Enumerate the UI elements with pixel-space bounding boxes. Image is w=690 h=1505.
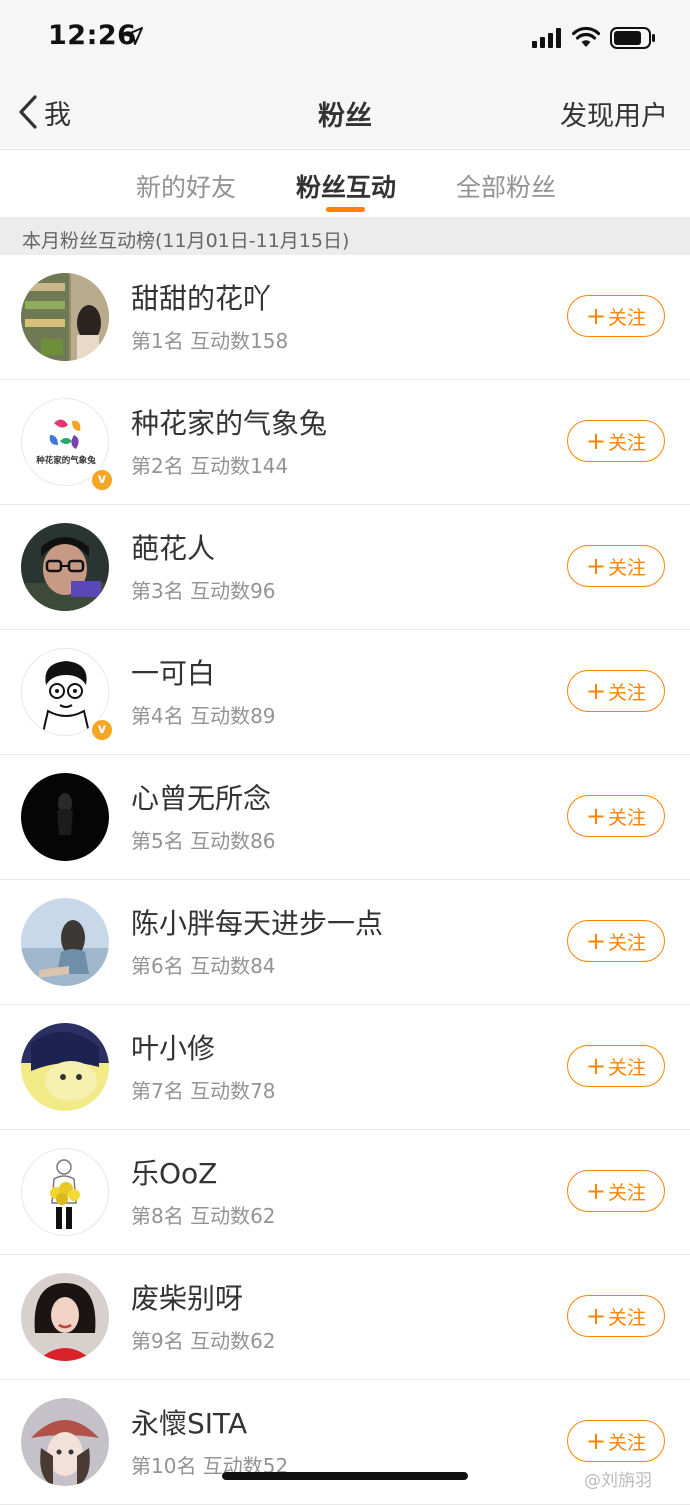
fan-name[interactable]: 葩花人 bbox=[131, 527, 215, 567]
tab-all-fans[interactable]: 全部粉丝 bbox=[456, 168, 556, 204]
avatar[interactable] bbox=[21, 898, 109, 986]
chevron-left-icon bbox=[19, 95, 37, 129]
status-bar: 12:26 bbox=[0, 0, 690, 76]
follow-label: 关注 bbox=[608, 1306, 647, 1329]
plus-icon: + bbox=[585, 1427, 607, 1455]
battery-icon bbox=[610, 27, 655, 49]
list-item[interactable]: 叶小修 第7名 互动数78 + 关注 bbox=[0, 1005, 690, 1130]
follow-button[interactable]: + 关注 bbox=[567, 670, 665, 712]
follow-button[interactable]: + 关注 bbox=[567, 1295, 665, 1337]
plus-icon: + bbox=[585, 302, 607, 330]
ranking-period-label: 本月粉丝互动榜(11月01日-11月15日) bbox=[22, 230, 350, 252]
plus-icon: + bbox=[585, 927, 607, 955]
list-item[interactable]: 葩花人 第3名 互动数96 + 关注 bbox=[0, 505, 690, 630]
avatar[interactable] bbox=[21, 523, 109, 611]
fan-rank: 第7名 互动数78 bbox=[131, 1079, 276, 1103]
list-item[interactable]: 心曾无所念 第5名 互动数86 + 关注 bbox=[0, 755, 690, 880]
active-tab-indicator bbox=[326, 207, 365, 212]
fan-name[interactable]: 废柴别呀 bbox=[131, 1277, 243, 1317]
fan-name[interactable]: 乐OoZ bbox=[131, 1152, 217, 1192]
follow-label: 关注 bbox=[608, 931, 647, 954]
follow-label: 关注 bbox=[608, 681, 647, 704]
follow-button[interactable]: + 关注 bbox=[567, 420, 665, 462]
top-bar: 12:26 我 粉丝 发现用户 bbox=[0, 0, 690, 148]
fan-name[interactable]: 心曾无所念 bbox=[131, 777, 271, 817]
watermark: @刘旃羽 bbox=[584, 1471, 652, 1491]
fan-name[interactable]: 永懷SITA bbox=[131, 1402, 247, 1442]
follow-label: 关注 bbox=[608, 1431, 647, 1454]
follow-label: 关注 bbox=[608, 1181, 647, 1204]
follow-button[interactable]: + 关注 bbox=[567, 545, 665, 587]
tab-fan-interaction[interactable]: 粉丝互动 bbox=[296, 168, 396, 204]
plus-icon: + bbox=[585, 1052, 607, 1080]
follow-button[interactable]: + 关注 bbox=[567, 1420, 665, 1462]
follow-button[interactable]: + 关注 bbox=[567, 920, 665, 962]
fan-rank: 第1名 互动数158 bbox=[131, 329, 289, 353]
svg-text:种花家的气象兔: 种花家的气象兔 bbox=[35, 455, 96, 466]
list-item[interactable]: 废柴别呀 第9名 互动数62 + 关注 bbox=[0, 1255, 690, 1380]
follow-button[interactable]: + 关注 bbox=[567, 795, 665, 837]
fan-rank: 第4名 互动数89 bbox=[131, 704, 276, 728]
location-arrow-icon bbox=[125, 27, 143, 45]
avatar[interactable] bbox=[21, 1148, 109, 1236]
fan-rank: 第3名 互动数96 bbox=[131, 579, 276, 603]
plus-icon: + bbox=[585, 1302, 607, 1330]
tab-new-friends[interactable]: 新的好友 bbox=[136, 168, 236, 204]
fan-name[interactable]: 种花家的气象兔 bbox=[131, 402, 327, 442]
follow-label: 关注 bbox=[608, 431, 647, 454]
plus-icon: + bbox=[585, 552, 607, 580]
fan-rank: 第6名 互动数84 bbox=[131, 954, 276, 978]
fan-rank: 第2名 互动数144 bbox=[131, 454, 289, 478]
back-label: 我 bbox=[44, 99, 71, 131]
fan-name[interactable]: 叶小修 bbox=[131, 1027, 215, 1067]
tab-bar: 新的好友 粉丝互动 全部粉丝 bbox=[0, 149, 690, 217]
list-item[interactable]: 甜甜的花吖 第1名 互动数158 + 关注 bbox=[0, 255, 690, 380]
fan-name[interactable]: 甜甜的花吖 bbox=[131, 277, 271, 317]
plus-icon: + bbox=[585, 677, 607, 705]
avatar[interactable] bbox=[21, 773, 109, 861]
follow-label: 关注 bbox=[608, 556, 647, 579]
back-button[interactable]: 我 bbox=[18, 92, 71, 132]
fan-name[interactable]: 一可白 bbox=[131, 652, 215, 692]
plus-icon: + bbox=[585, 427, 607, 455]
home-indicator[interactable] bbox=[222, 1472, 468, 1480]
list-item[interactable]: 乐OoZ 第8名 互动数62 + 关注 bbox=[0, 1130, 690, 1255]
list-item[interactable]: 种花家的气象兔 v 种花家的气象兔 第2名 互动数144 + 关注 bbox=[0, 380, 690, 505]
navigation-bar: 我 粉丝 发现用户 bbox=[0, 76, 690, 148]
fan-rank: 第9名 互动数62 bbox=[131, 1329, 276, 1353]
fan-rank: 第5名 互动数86 bbox=[131, 829, 276, 853]
verified-badge-icon: v bbox=[90, 468, 114, 492]
avatar[interactable] bbox=[21, 1023, 109, 1111]
avatar[interactable] bbox=[21, 273, 109, 361]
fan-rank: 第8名 互动数62 bbox=[131, 1204, 276, 1228]
follow-button[interactable]: + 关注 bbox=[567, 1170, 665, 1212]
avatar[interactable] bbox=[21, 1273, 109, 1361]
cellular-signal-icon bbox=[532, 28, 561, 48]
plus-icon: + bbox=[585, 802, 607, 830]
follow-label: 关注 bbox=[608, 1056, 647, 1079]
follow-label: 关注 bbox=[608, 806, 647, 829]
fan-name[interactable]: 陈小胖每天进步一点 bbox=[131, 902, 383, 942]
verified-badge-icon: v bbox=[90, 718, 114, 742]
follow-button[interactable]: + 关注 bbox=[567, 295, 665, 337]
follow-label: 关注 bbox=[608, 306, 647, 329]
plus-icon: + bbox=[585, 1177, 607, 1205]
list-item[interactable]: v 一可白 第4名 互动数89 + 关注 bbox=[0, 630, 690, 755]
list-item[interactable]: 陈小胖每天进步一点 第6名 互动数84 + 关注 bbox=[0, 880, 690, 1005]
wifi-icon bbox=[572, 26, 600, 47]
discover-users-button[interactable]: 发现用户 bbox=[560, 94, 668, 133]
avatar[interactable] bbox=[21, 1398, 109, 1486]
follow-button[interactable]: + 关注 bbox=[567, 1045, 665, 1087]
fan-list: 甜甜的花吖 第1名 互动数158 + 关注 种花家的气象兔 v 种花家的气象兔 第… bbox=[0, 255, 690, 1505]
section-header: 本月粉丝互动榜(11月01日-11月15日) bbox=[0, 217, 690, 255]
